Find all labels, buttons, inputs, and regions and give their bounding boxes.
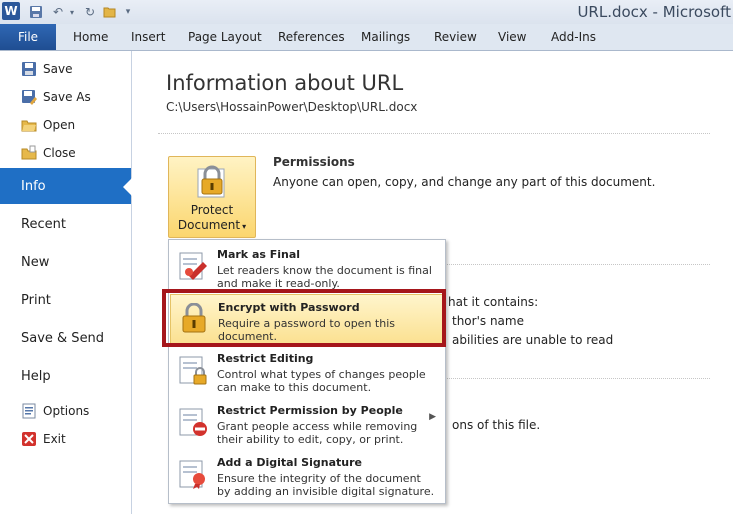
nav-close[interactable]: Close [0,140,131,166]
nav-info-label: Info [21,178,46,194]
nav-save-label: Save [43,62,73,76]
tab-file[interactable]: File [0,24,56,50]
dropdown-arrow-icon: ▾ [242,222,247,231]
page-title: Information about URL [166,71,404,95]
inspect-text-2: thor's name [452,314,524,328]
menu-item-add-digital-signature[interactable]: Add a Digital Signature Ensure the integ… [170,450,444,502]
protect-document-label: Protect Document ▾ [169,203,255,234]
tab-home[interactable]: Home [73,30,108,44]
nav-new[interactable]: New [0,244,131,280]
menu-item-title: Mark as Final [217,248,301,261]
open-folder-icon[interactable] [102,4,118,20]
customize-qat-icon[interactable]: ▾ [120,4,136,20]
options-icon [22,403,36,419]
menu-item-title: Add a Digital Signature [217,456,362,469]
save-icon[interactable] [28,4,44,20]
permissions-heading: Permissions [273,155,355,169]
tab-view[interactable]: View [498,30,526,44]
mark-as-final-icon [179,252,207,280]
tab-references[interactable]: References [278,30,345,44]
open-folder-icon [21,120,37,132]
redo-icon[interactable]: ↻ [82,4,98,20]
menu-item-description: Ensure the integrity of the document by a… [217,472,435,498]
ribbon-tab-bar: File Home Insert Page Layout References … [0,24,733,51]
nav-info[interactable]: Info [0,168,132,204]
nav-print-label: Print [21,292,51,308]
close-folder-icon [21,145,37,160]
title-bar: W ↶ ▾ ↻ ▾ URL.docx - Microsoft [0,0,733,25]
nav-options[interactable]: Options [0,398,131,424]
tab-page-layout[interactable]: Page Layout [188,30,262,44]
file-path: C:\Users\HossainPower\Desktop\URL.docx [166,100,418,114]
nav-exit-label: Exit [43,432,66,446]
tab-mailings[interactable]: Mailings [361,30,410,44]
protect-label-line2: Document ▾ [177,218,247,232]
save-icon [22,62,36,76]
inspect-text-1: hat it contains: [448,295,539,309]
nav-save-send-label: Save & Send [21,330,105,346]
menu-item-mark-as-final[interactable]: Mark as Final Let readers know the docum… [170,242,444,294]
undo-dropdown-icon[interactable]: ▾ [64,4,80,20]
backstage-nav: Save Save As Open Close Info Recent New … [0,51,132,514]
nav-help-label: Help [21,368,51,384]
permissions-description: Anyone can open, copy, and change any pa… [273,175,656,189]
versions-text: ons of this file. [452,418,541,432]
nav-exit[interactable]: Exit [0,426,131,452]
menu-item-title: Restrict Permission by People [217,404,403,417]
menu-item-restrict-editing[interactable]: Restrict Editing Control what types of c… [170,346,444,398]
highlight-annotation [162,289,446,347]
nav-open-label: Open [43,118,76,132]
nav-save-as[interactable]: Save As [0,84,131,110]
restrict-editing-icon [179,356,207,385]
protect-document-button[interactable]: Protect Document ▾ [168,156,256,238]
nav-save-send[interactable]: Save & Send [0,320,131,356]
nav-new-label: New [21,254,50,270]
inspect-text-3: abilities are unable to read [452,333,614,347]
protect-label-line1: Protect [190,203,234,217]
nav-save[interactable]: Save [0,56,131,82]
nav-recent[interactable]: Recent [0,206,131,242]
menu-item-restrict-permission-by-people[interactable]: Restrict Permission by People Grant peop… [170,398,444,450]
nav-close-label: Close [43,146,76,160]
tab-insert[interactable]: Insert [131,30,165,44]
divider [444,264,710,265]
nav-recent-label: Recent [21,216,66,232]
submenu-arrow-icon: ▶ [429,412,436,422]
nav-print[interactable]: Print [0,282,131,318]
tab-add-ins[interactable]: Add-Ins [551,30,596,44]
word-logo-icon[interactable]: W [2,2,20,20]
restrict-permission-icon [179,408,207,436]
digital-signature-icon [179,460,205,489]
lock-icon [197,165,225,198]
nav-save-as-label: Save As [43,90,91,104]
save-as-icon [22,90,37,105]
nav-options-label: Options [43,404,90,418]
divider [158,133,710,134]
protect-document-menu: Mark as Final Let readers know the docum… [168,239,446,504]
menu-item-description: Control what types of changes people can … [217,368,426,394]
tab-review[interactable]: Review [434,30,477,44]
divider [444,378,710,379]
menu-item-description: Grant people access while removing their … [217,420,418,446]
nav-help[interactable]: Help [0,358,131,394]
exit-icon [22,432,36,446]
menu-item-title: Restrict Editing [217,352,314,365]
nav-open[interactable]: Open [0,112,131,138]
menu-item-description: Let readers know the document is final an… [217,264,432,290]
window-title: URL.docx - Microsoft [577,3,731,21]
